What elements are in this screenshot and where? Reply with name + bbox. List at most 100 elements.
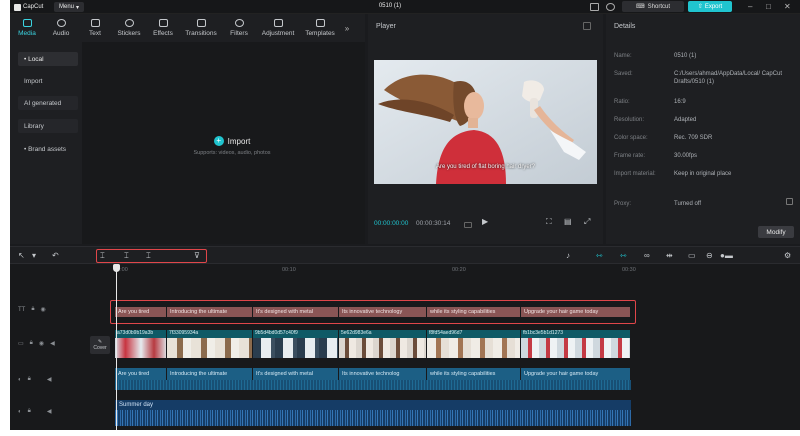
shortcut-button[interactable]: ⌨ Shortcut (622, 1, 684, 12)
play-button[interactable]: ▶ (482, 217, 488, 226)
text-clip[interactable]: Upgrade your hair game today (521, 307, 631, 317)
preview-axis-icon[interactable]: ⇹ (666, 251, 673, 261)
video-clip[interactable]: fb1bc3e5b1d1273 (521, 330, 631, 358)
video-clip[interactable]: 9b5d4bd0d57c40f9 (253, 330, 339, 358)
tab-adjustment[interactable]: Adjustment (256, 14, 300, 42)
ruler-tick-label: 00:30 (622, 267, 636, 273)
audio-clip[interactable]: Are you tired (115, 368, 167, 380)
timeline-toolbar: ↖ ▾ ↶ ⌶ ⌶ ⌶ ⊽ ♪ ⇿ ⇿ ∞ ⇹ ▭ ⊖ ●▬ ⚙ (10, 246, 800, 264)
tab-text[interactable]: Text (78, 14, 112, 42)
split-left-icon[interactable]: ⌶ (124, 251, 129, 261)
video-thumbnail (253, 338, 338, 358)
layout-icon[interactable] (590, 3, 599, 11)
detail-row: Resolution: Adapted (614, 116, 798, 124)
video-clip[interactable]: f8fd54aed96d7 (427, 330, 521, 358)
split-icon[interactable]: ⌶ (100, 251, 105, 261)
text-clip[interactable]: Are you tired (115, 307, 167, 317)
tab-filters[interactable]: Filters (222, 14, 256, 42)
mute-icon[interactable]: ◀ (47, 408, 52, 415)
sidebar-item-import[interactable]: Import (18, 74, 78, 88)
playhead-handle[interactable] (113, 264, 120, 272)
effects-icon (158, 19, 168, 27)
player-menu-icon[interactable] (583, 22, 591, 30)
cover-button[interactable]: ✎ Cover (90, 336, 110, 354)
lock-icon[interactable]: 🔒︎ (30, 340, 33, 347)
tab-stickers[interactable]: Stickers (112, 14, 146, 42)
text-clip[interactable]: It's designed with metal (253, 307, 339, 317)
video-clip[interactable]: a73d0b9b19a3b (115, 330, 167, 358)
frame-icon[interactable] (464, 222, 472, 228)
music-clip[interactable]: Summer day (115, 400, 631, 426)
ratio-icon[interactable]: ▤ (564, 217, 572, 226)
detail-row: Name: 0510 (1) (614, 52, 798, 60)
fullscreen-icon[interactable]: ⤢ (584, 217, 590, 227)
mute-icon[interactable]: ◀ (50, 340, 55, 347)
sidebar-item-local[interactable]: • Local (18, 52, 78, 66)
text-clip[interactable]: Introducing the ultimate (167, 307, 253, 317)
tab-effects[interactable]: Effects (146, 14, 180, 42)
shortcut-label: Shortcut (647, 3, 671, 10)
visibility-icon[interactable]: ◉ (39, 340, 44, 347)
audio-clip[interactable]: Its innovative technolog (339, 368, 427, 380)
select-tool-icon[interactable]: ↖ (18, 251, 25, 261)
detail-value: 0510 (1) (674, 53, 697, 59)
menu-button[interactable]: Menu ▾ (54, 2, 84, 12)
minimize-icon[interactable]: – (748, 2, 752, 12)
timeline-settings-icon[interactable]: ⚙ (784, 251, 791, 261)
lock-icon[interactable]: 🔒︎ (28, 376, 31, 383)
text-clip[interactable]: while its styling capabilities (427, 307, 521, 317)
microphone-icon[interactable]: ♪ (566, 251, 570, 261)
maximize-icon[interactable]: □ (766, 2, 771, 12)
auto-snap-icon[interactable]: ⇿ (620, 251, 627, 261)
tab-templates[interactable]: Templates (300, 14, 340, 42)
zoom-out-icon[interactable]: ⊖ (706, 251, 713, 261)
tab-audio[interactable]: Audio (44, 14, 78, 42)
export-button[interactable]: ⇧ Export (688, 1, 732, 12)
linkage-icon[interactable]: ∞ (644, 251, 650, 261)
main-track-magnet-icon[interactable]: ⇿ (596, 251, 603, 261)
video-subtitle: Are you tired of flat boring hair dryer? (435, 164, 536, 170)
detail-key: Resolution: (614, 117, 645, 123)
settings-icon[interactable] (606, 3, 615, 11)
text-track-icon: TT (18, 306, 26, 313)
more-tabs-icon[interactable]: » (340, 14, 354, 42)
menu-label: Menu (58, 4, 74, 10)
tab-label: Templates (305, 30, 335, 37)
text-clip[interactable]: Its innovative technology (339, 307, 427, 317)
playhead[interactable] (116, 264, 117, 430)
sidebar-item-ai-generated[interactable]: AI generated (18, 96, 78, 110)
audio-clip[interactable]: It's designed with metal (253, 368, 339, 380)
undo-icon[interactable]: ↶ (52, 251, 59, 261)
edit-icon[interactable] (786, 198, 793, 205)
lock-icon[interactable]: 🔒︎ (28, 408, 31, 415)
zoom-slider[interactable]: ●▬ (720, 251, 733, 261)
chevron-down-icon[interactable]: ▾ (32, 251, 36, 261)
lock-icon[interactable]: 🔒︎ (31, 306, 34, 313)
mute-icon[interactable]: ◀ (47, 376, 52, 383)
video-clip[interactable]: 5e62d983e6a (339, 330, 427, 358)
tab-label: Transitions (185, 30, 217, 37)
sidebar-item-library[interactable]: Library (18, 119, 78, 133)
visibility-icon[interactable]: ◉ (41, 306, 46, 313)
video-thumbnail (115, 338, 141, 358)
video-clip-label: fb1bc3e5b1d1273 (521, 330, 630, 338)
media-dropzone[interactable]: + Import Supports: videos, audio, photos (82, 42, 365, 244)
video-clip[interactable]: 7f33095934a (167, 330, 253, 358)
detail-row: Frame rate: 30.00fps (614, 152, 798, 160)
audio-clip[interactable]: Introducing the ultimate (167, 368, 253, 380)
fit-view-icon[interactable]: ⛶ (546, 217, 552, 227)
delete-icon[interactable]: ⊽ (194, 251, 200, 261)
music-track-icon: ◐ (18, 408, 22, 415)
close-icon[interactable]: ✕ (784, 2, 791, 12)
video-thumbnail (339, 338, 426, 358)
audio-clip[interactable]: Upgrade your hair game today (521, 368, 631, 380)
tab-media[interactable]: Media (10, 14, 44, 42)
caption-icon[interactable]: ▭ (688, 251, 696, 261)
modify-button[interactable]: Modify (758, 226, 794, 238)
audio-clip[interactable]: while its styling capabilities (427, 368, 521, 380)
split-right-icon[interactable]: ⌶ (146, 251, 151, 261)
cover-label: Cover (93, 345, 107, 351)
import-area[interactable]: + Import Supports: videos, audio, photos (192, 136, 272, 156)
sidebar-item-brand-assets[interactable]: • Brand assets (18, 142, 78, 156)
tab-transitions[interactable]: Transitions (180, 14, 222, 42)
